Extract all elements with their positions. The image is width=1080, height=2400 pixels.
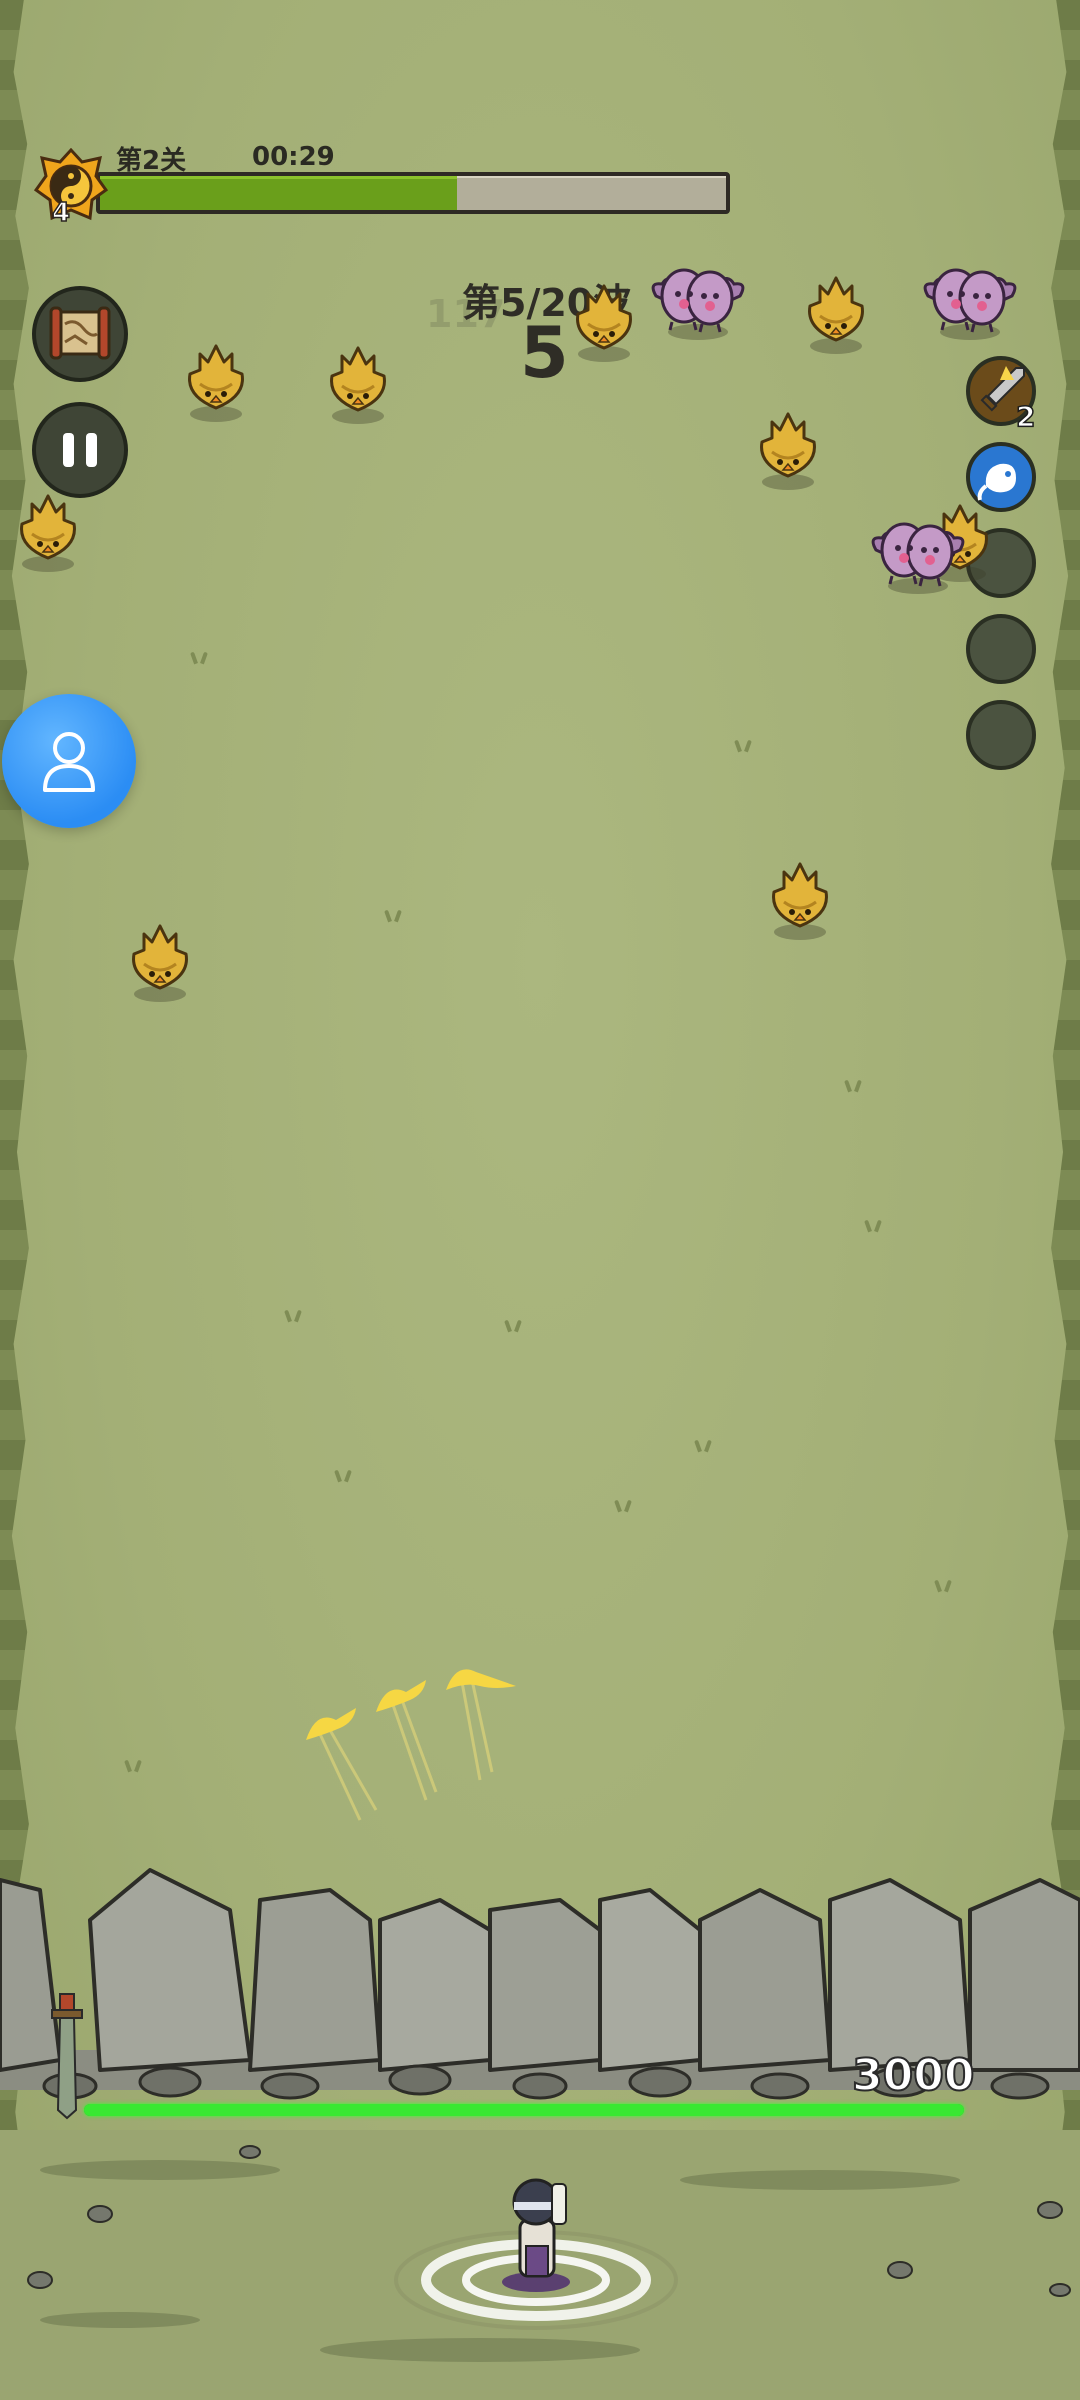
enemy-chick (188, 344, 244, 424)
player-level-number: 4 (51, 197, 71, 229)
pause-button[interactable] (32, 402, 128, 498)
stage-progress-bar (96, 172, 730, 214)
grass-tuft (840, 1080, 866, 1092)
enemy-purple-bird-pair (651, 268, 745, 342)
skill-slot-4[interactable] (966, 614, 1036, 684)
grass-tuft (186, 652, 212, 664)
wall-hp-value: 3000 (851, 2049, 975, 2102)
enemy-chick (576, 284, 632, 364)
grass-tuft (730, 740, 756, 752)
user-icon (43, 732, 95, 792)
grass-tuft (610, 1500, 636, 1512)
stage-progress-fill (100, 176, 457, 210)
enemy-chick (330, 346, 386, 426)
grass-tuft (930, 1580, 956, 1592)
wall-hp-bar (84, 2104, 964, 2116)
grass-tuft (500, 1320, 526, 1332)
grass-tuft (380, 910, 406, 922)
player-level-badge (34, 148, 108, 221)
grass-tuft (330, 1470, 356, 1482)
pause-icon (63, 433, 97, 467)
skill-slot-5[interactable] (966, 700, 1036, 770)
skill-slot-1-count: 2 (1015, 399, 1036, 434)
spirit-orb-icon (977, 463, 1016, 501)
profile-float-button[interactable] (2, 694, 136, 828)
enemy-chick (132, 924, 188, 1004)
golden-bird-projectiles (306, 1669, 516, 1821)
grass-tuft (280, 1310, 306, 1322)
wall-sword-icon (51, 1993, 83, 2120)
enemy-purple-bird-pair (871, 522, 965, 596)
enemy-chick (772, 862, 828, 942)
grass-tuft (120, 1760, 146, 1772)
wave-countdown: 5 (520, 312, 569, 394)
enemy-chick (808, 276, 864, 356)
enemy-purple-bird-pair (923, 268, 1017, 342)
player-hero (394, 2178, 678, 2330)
grass-tuft (860, 1220, 886, 1232)
scroll-map-icon (49, 306, 111, 360)
enemy-chick (760, 412, 816, 492)
stage-label: 第2关 (116, 146, 187, 176)
map-button[interactable] (32, 286, 128, 382)
wall-hp-fill (84, 2104, 964, 2116)
stage-timer: 00:29 (252, 142, 335, 172)
enemy-chick (20, 494, 76, 574)
grass-tuft (690, 1440, 716, 1452)
